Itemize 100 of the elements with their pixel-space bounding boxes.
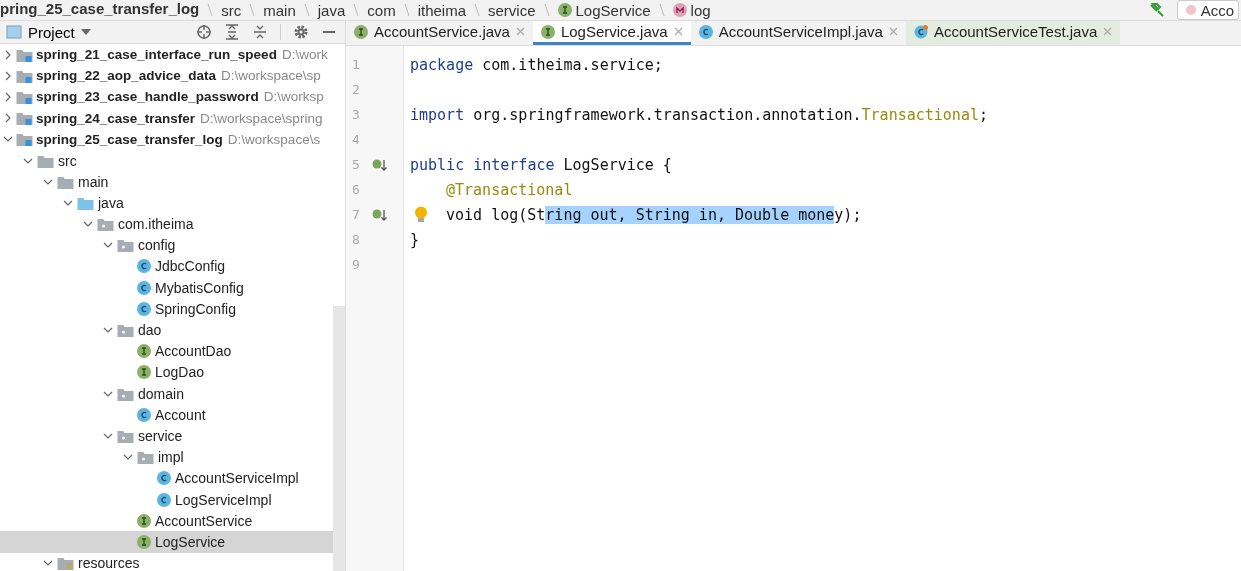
- line-number: 4: [352, 132, 361, 147]
- hammer-icon[interactable]: [1148, 3, 1165, 17]
- breadcrumb-separator-icon: [352, 3, 361, 17]
- scrollbar[interactable]: [333, 306, 345, 571]
- tree-item[interactable]: Account: [0, 404, 333, 426]
- tree-item[interactable]: AccountServiceImpl: [0, 467, 333, 489]
- package-folder-icon: [97, 217, 114, 232]
- folder-name: spring_22_aop_advice_data: [36, 68, 217, 84]
- breadcrumb-separator-icon: [248, 3, 257, 17]
- code-line: public interface LogService {: [410, 155, 672, 174]
- module-folder-icon: [16, 47, 33, 62]
- breadcrumb[interactable]: service: [488, 1, 536, 19]
- breadcrumb[interactable]: com: [367, 1, 396, 19]
- folder-name: config: [138, 237, 176, 254]
- module-folder-icon: [16, 68, 33, 83]
- project-dropdown[interactable]: Project: [28, 23, 75, 41]
- tree-item[interactable]: LogService: [0, 531, 333, 553]
- file-name: LogDao: [155, 364, 205, 381]
- line-number: 3: [352, 107, 361, 122]
- tree-item[interactable]: config: [0, 234, 333, 256]
- tree-item[interactable]: service: [0, 425, 333, 447]
- settings-icon[interactable]: [293, 24, 309, 40]
- interface-icon: [540, 24, 555, 39]
- method-icon: [672, 3, 687, 17]
- folder-name: dao: [138, 322, 162, 339]
- tree-item[interactable]: MybatisConfig: [0, 277, 333, 299]
- breadcrumb[interactable]: LogService: [557, 1, 651, 19]
- tree-item[interactable]: java: [0, 192, 333, 214]
- tree-item[interactable]: SpringConfig: [0, 298, 333, 320]
- folder-name: spring_23_case_handle_password: [36, 89, 259, 105]
- folder-name: service: [138, 427, 183, 444]
- tree-item[interactable]: spring_22_aop_advice_data D:\workspace\sp: [0, 65, 333, 87]
- dropdown-caret-icon[interactable]: [80, 29, 91, 35]
- breadcrumb[interactable]: log: [672, 1, 711, 19]
- tree-item[interactable]: impl: [0, 446, 333, 468]
- editor-tab[interactable]: AccountServiceImpl.java: [690, 21, 906, 45]
- editor-tab[interactable]: AccountServiceTest.java: [905, 21, 1121, 45]
- breadcrumb[interactable]: src: [221, 1, 242, 19]
- tree-item[interactable]: domain: [0, 383, 333, 405]
- interface-icon: [557, 3, 572, 17]
- breadcrumb-separator-icon: [542, 3, 551, 17]
- package-folder-icon: [117, 323, 134, 338]
- tree-item[interactable]: JdbcConfig: [0, 255, 333, 278]
- folder-name: impl: [158, 449, 184, 466]
- file-name: AccountDao: [155, 343, 232, 360]
- tree-item[interactable]: LogDao: [0, 361, 333, 383]
- line-number: 1: [352, 57, 361, 72]
- tree-item[interactable]: LogServiceImpl: [0, 488, 333, 511]
- implemented-marker-icon[interactable]: [372, 157, 388, 172]
- breadcrumb[interactable]: main: [263, 1, 296, 19]
- package-folder-icon: [117, 428, 134, 443]
- tree-item[interactable]: AccountService: [0, 510, 333, 532]
- folder-name: com.itheima: [118, 216, 194, 233]
- tree-item[interactable]: src: [0, 149, 333, 172]
- module-path: D:\work: [281, 47, 328, 63]
- breadcrumb[interactable]: itheima: [417, 1, 466, 19]
- line-number: 5: [352, 157, 361, 172]
- test-class-icon: [913, 24, 928, 39]
- module-path: D:\workspace\spring: [200, 110, 323, 126]
- line-number: 9: [352, 257, 361, 272]
- editor-tab[interactable]: AccountService.java: [346, 21, 533, 45]
- breadcrumb[interactable]: pring_25_case_transfer_log: [0, 0, 200, 17]
- module-path: D:\workspace\sp: [221, 68, 321, 84]
- tree-item[interactable]: spring_23_case_handle_password D:\worksp: [0, 86, 333, 108]
- module-folder-icon: [16, 132, 33, 147]
- resources-folder-icon: [57, 556, 74, 571]
- tree-item[interactable]: main: [0, 171, 333, 193]
- breadcrumb-separator-icon: [402, 3, 411, 17]
- tree-item[interactable]: spring_21_case_interface_run_speed D:\work: [0, 44, 333, 66]
- code-line: @Transactional: [446, 180, 573, 199]
- run-config-dropdown[interactable]: Acco: [1176, 0, 1239, 20]
- implemented-marker-icon[interactable]: [372, 207, 388, 222]
- folder-icon: [37, 153, 54, 168]
- folder-name: java: [98, 194, 124, 211]
- collapse-all-icon[interactable]: [252, 24, 268, 40]
- file-name: Account: [155, 406, 206, 423]
- line-number: 2: [352, 82, 361, 97]
- tree-item[interactable]: dao: [0, 319, 333, 341]
- interface-icon: [354, 24, 368, 39]
- window-icon: [6, 24, 22, 40]
- folder-name: resources: [78, 555, 140, 571]
- tree-item[interactable]: spring_24_case_transfer D:\workspace\spring: [0, 107, 333, 129]
- editor-tab[interactable]: LogService.java: [532, 21, 691, 45]
- breadcrumb-separator-icon: [206, 3, 215, 17]
- breadcrumb[interactable]: java: [317, 1, 346, 19]
- module-path: D:\workspace\s: [227, 131, 321, 147]
- folder-icon: [77, 195, 94, 210]
- crosshair-icon[interactable]: [196, 24, 212, 40]
- package-folder-icon: [117, 386, 134, 401]
- tree-item[interactable]: AccountDao: [0, 340, 333, 362]
- tree-item[interactable]: resources: [0, 552, 333, 571]
- package-folder-icon: [137, 450, 154, 465]
- folder-name: spring_24_case_transfer: [36, 110, 196, 126]
- file-name: LogServiceImpl: [175, 491, 272, 508]
- tree-item[interactable]: com.itheima: [0, 213, 333, 235]
- tree-item[interactable]: spring_25_case_transfer_log D:\workspace\s: [0, 128, 333, 150]
- file-name: AccountService: [155, 512, 253, 529]
- expand-all-icon[interactable]: [224, 24, 240, 40]
- file-name: MybatisConfig: [155, 279, 244, 296]
- line-number: 6: [352, 182, 361, 197]
